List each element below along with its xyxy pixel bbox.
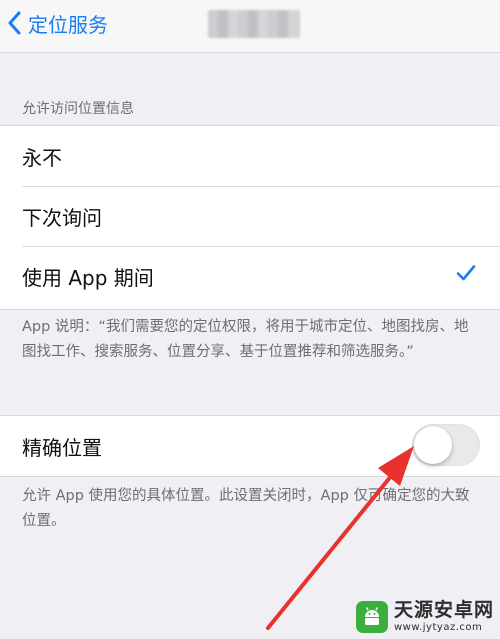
android-logo-icon bbox=[355, 601, 388, 633]
app-explanation: App 说明：“我们需要您的定位权限，将用于城市定位、地图找房、地图找工作、搜索… bbox=[22, 319, 469, 360]
chevron-left-icon bbox=[8, 11, 21, 35]
option-while-using-app[interactable]: 使用 App 期间 bbox=[0, 246, 500, 306]
precise-location-description: 允许 App 使用您的具体位置。此设置关闭时，App 仅可确定您的大致位置。 bbox=[22, 488, 470, 529]
precise-location-row: 精确位置 bbox=[0, 416, 500, 476]
navigation-bar: 定位服务 bbox=[0, 0, 500, 53]
option-label: 下次询问 bbox=[22, 205, 102, 230]
back-button[interactable]: 定位服务 bbox=[8, 6, 108, 40]
precise-location-toggle[interactable] bbox=[412, 424, 480, 466]
precise-location-label: 精确位置 bbox=[22, 435, 102, 460]
option-ask-next-time[interactable]: 下次询问 bbox=[0, 186, 500, 246]
section-header: 允许访问位置信息 bbox=[22, 101, 134, 117]
blurred-app-name bbox=[208, 10, 300, 38]
option-label: 使用 App 期间 bbox=[22, 265, 154, 290]
location-access-options: 永不 下次询问 使用 App 期间 bbox=[0, 125, 500, 310]
option-never[interactable]: 永不 bbox=[0, 126, 500, 186]
precise-location-group: 精确位置 bbox=[0, 415, 500, 477]
watermark-name: 天源安卓网 bbox=[393, 599, 494, 621]
toggle-knob bbox=[414, 426, 452, 464]
back-button-label: 定位服务 bbox=[28, 12, 108, 37]
watermark: 天源安卓网 www.jytyaz.com bbox=[355, 598, 494, 636]
watermark-url: www.jytyaz.com bbox=[393, 622, 483, 633]
option-label: 永不 bbox=[22, 145, 62, 170]
checkmark-icon bbox=[456, 265, 476, 281]
